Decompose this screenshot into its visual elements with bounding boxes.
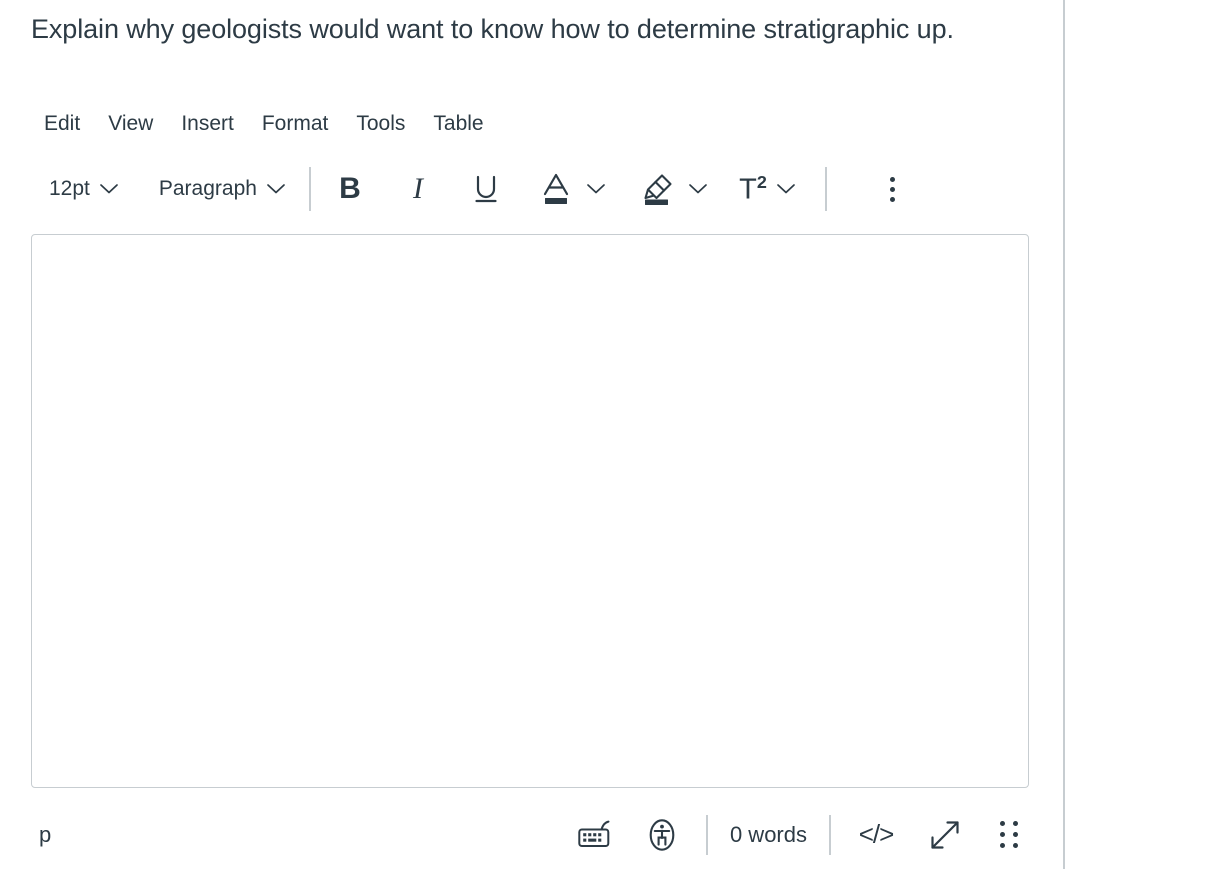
superscript-dropdown-button[interactable] [771,167,801,211]
resize-dot [1000,832,1005,837]
statusbar-separator [705,814,708,855]
text-color-dropdown-button[interactable] [581,167,611,211]
accessibility-icon [645,818,679,852]
toolbar-overflow-menu-button[interactable] [871,167,915,211]
editor-menubar: Edit View Insert Format Tools Table [44,106,498,142]
block-format-value: Paragraph [158,177,257,200]
highlighter-pen-icon [641,172,675,206]
block-format-select[interactable]: Paragraph [150,174,295,204]
underline-button[interactable] [461,167,511,211]
kebab-dot [890,196,896,202]
right-sidebar-pane [1065,0,1229,869]
highlight-color-dropdown-button[interactable] [683,167,713,211]
statusbar-right-group: 0 words </> [570,812,1029,858]
fullscreen-button[interactable] [917,812,973,858]
menu-item-edit[interactable]: Edit [44,106,94,142]
chevron-down-icon [688,183,708,195]
menu-item-format[interactable]: Format [248,106,343,142]
menu-item-table[interactable]: Table [419,106,497,142]
expand-arrows-icon [926,816,964,854]
keyboard-shortcuts-button[interactable] [570,812,622,858]
editor-text-input[interactable] [32,235,1028,787]
superscript-exponent: 2 [756,172,767,193]
italic-button[interactable]: I [393,167,443,211]
resize-handle[interactable] [989,812,1029,858]
toolbar-separator [824,167,827,211]
resize-dot [1000,821,1005,826]
superscript-base: T [739,173,757,206]
resize-dot [1000,843,1005,848]
text-color-icon [540,172,572,206]
question-prompt-text: Explain why geologists would want to kno… [31,14,954,44]
accessibility-checker-button[interactable] [636,812,688,858]
menu-item-view[interactable]: View [94,106,167,142]
editor-toolbar: 12pt Paragraph B I T2 [40,163,915,215]
highlight-color-button[interactable] [633,167,683,211]
bold-icon: B [339,172,361,205]
chevron-down-icon [776,183,796,195]
resize-dot [1013,821,1018,826]
font-size-select[interactable]: 12pt [40,174,128,204]
chevron-down-icon [586,183,606,195]
resize-dot [1013,843,1018,848]
statusbar-separator [829,814,831,855]
italic-icon: I [412,172,423,205]
resize-dot [1013,832,1018,837]
editor-content-area[interactable] [31,234,1029,788]
kebab-dot [890,186,896,192]
word-count-label[interactable]: 0 words [726,822,811,848]
editor-statusbar: p 0 words </> [31,800,1029,869]
menu-item-tools[interactable]: Tools [342,106,419,142]
superscript-icon: T2 [739,173,767,205]
keyboard-icon [578,820,614,850]
font-size-value: 12pt [49,177,90,200]
html-editor-button[interactable]: </> [849,812,903,858]
superscript-button[interactable]: T2 [735,167,771,211]
menu-item-insert[interactable]: Insert [167,106,248,142]
chevron-down-icon [99,183,119,195]
toolbar-separator [308,167,311,211]
underline-icon [471,173,501,205]
rich-content-editor-pane: Explain why geologists would want to kno… [0,0,1064,869]
text-color-button[interactable] [531,167,581,211]
bold-button[interactable]: B [325,167,375,211]
kebab-dot [890,176,896,182]
element-path-indicator[interactable]: p [31,818,59,852]
chevron-down-icon [266,183,286,195]
